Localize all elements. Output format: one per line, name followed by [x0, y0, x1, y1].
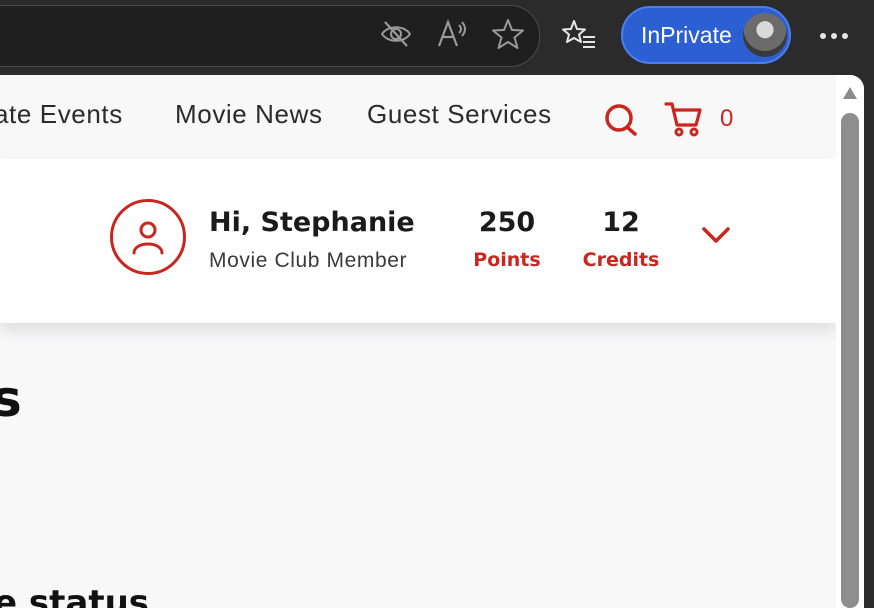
favorite-star-icon[interactable] — [490, 16, 526, 52]
browser-toolbar: InPrivate — [0, 0, 874, 74]
member-panel: Hi, Stephanie Movie Club Member 250 Poin… — [0, 159, 836, 323]
nav-link-movie-news[interactable]: Movie News — [175, 99, 323, 130]
points-label: Points — [473, 249, 541, 271]
more-icon[interactable] — [812, 22, 856, 50]
scroll-up-arrow[interactable] — [843, 87, 857, 99]
credits-label: Credits — [582, 249, 660, 271]
search-icon[interactable] — [603, 101, 639, 141]
scrollbar[interactable] — [836, 75, 864, 608]
user-icon[interactable] — [110, 199, 186, 275]
page-heading-fragment: s — [0, 370, 22, 428]
nav-link-private-events[interactable]: ate Events — [0, 99, 123, 130]
member-tier: Movie Club Member — [209, 249, 408, 272]
favorites-list-icon[interactable] — [561, 16, 597, 52]
hide-icon[interactable] — [378, 16, 414, 52]
member-greeting: Hi, Stephanie — [209, 207, 415, 238]
nav-link-guest-services[interactable]: Guest Services — [367, 99, 552, 130]
section-heading-fragment: e status — [0, 583, 150, 608]
page-viewport: ate Events Movie News Guest Services 0 H… — [0, 75, 864, 608]
cart-icon[interactable] — [664, 99, 704, 143]
scrollbar-thumb[interactable] — [841, 113, 859, 608]
cart-count: 0 — [720, 105, 734, 132]
profile-avatar — [743, 13, 787, 57]
credits-value: 12 — [602, 207, 640, 238]
points-value: 250 — [478, 207, 536, 238]
site-nav: ate Events Movie News Guest Services 0 — [0, 75, 836, 159]
chevron-down-icon[interactable] — [700, 219, 732, 251]
inprivate-label: InPrivate — [641, 22, 732, 48]
read-aloud-icon[interactable] — [434, 16, 470, 52]
inprivate-button[interactable]: InPrivate — [621, 6, 791, 64]
